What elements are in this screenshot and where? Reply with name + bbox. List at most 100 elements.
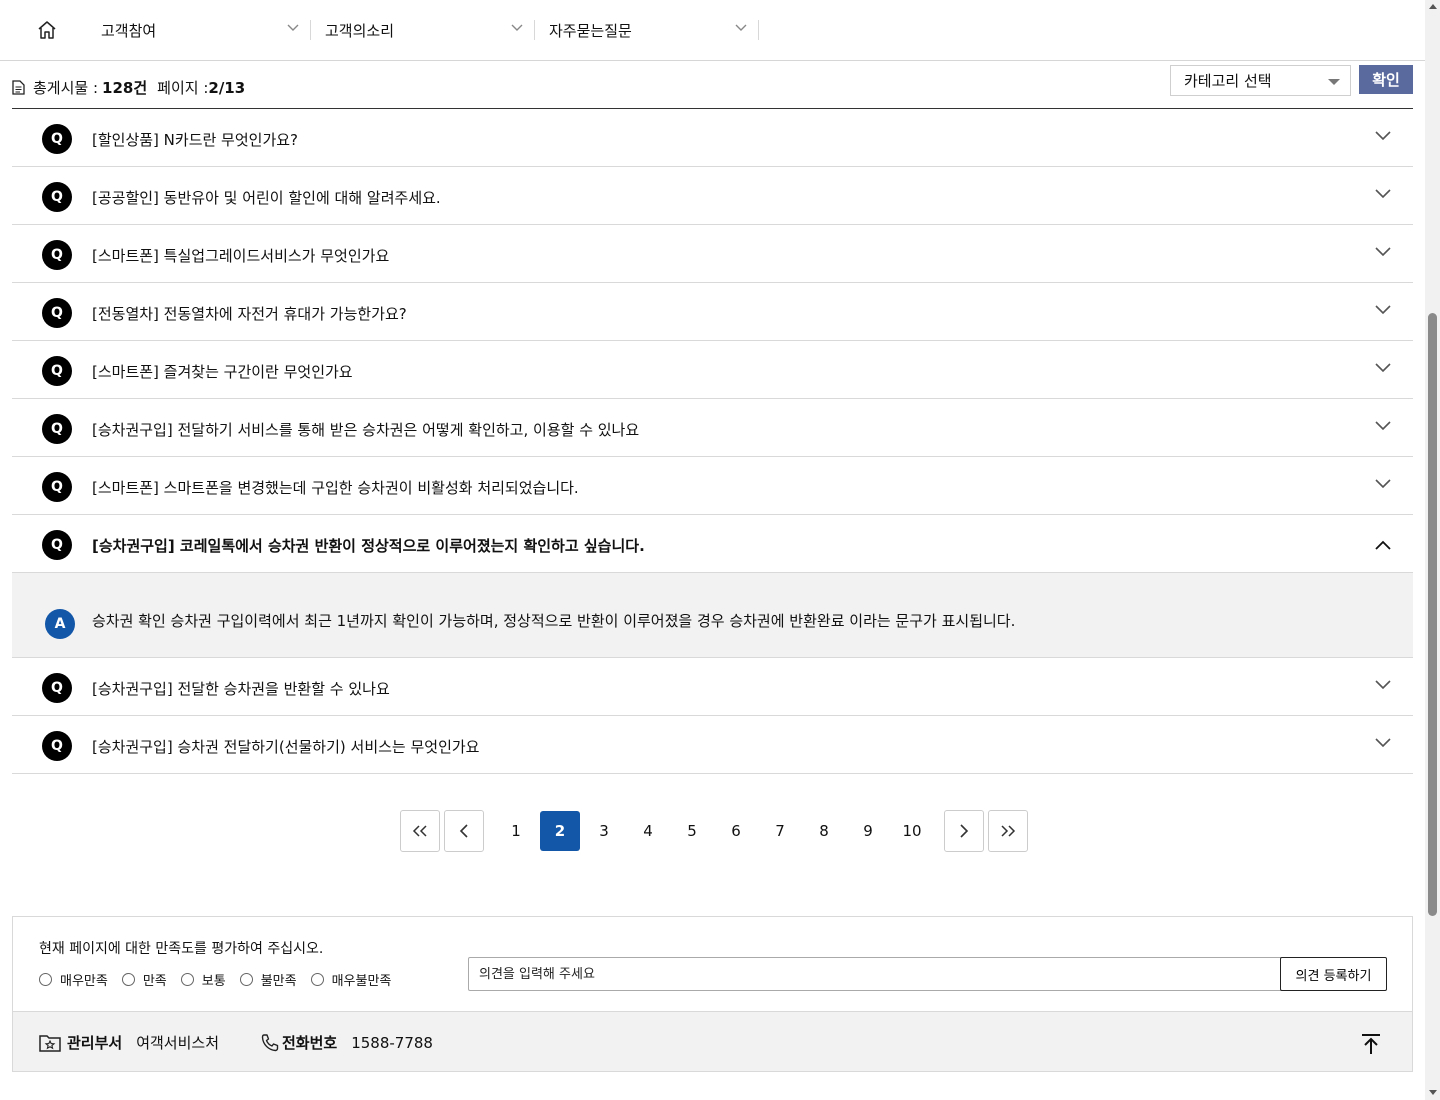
- phone-number: 전화번호 1588-7788: [260, 1032, 433, 1053]
- nav-dropdown-label: 자주묻는질문: [549, 21, 632, 40]
- page-10[interactable]: 10: [892, 811, 932, 851]
- chevron-down-icon: [1375, 189, 1391, 199]
- question-badge: Q: [42, 182, 72, 212]
- faq-question: [스마트폰] 특실업그레이드서비스가 무엇인가요: [92, 247, 390, 265]
- radio-label: 불만족: [260, 974, 297, 989]
- faq-item[interactable]: Q [승차권구입] 전달한 승차권을 반환할 수 있나요: [12, 658, 1413, 716]
- radio-button[interactable]: [121, 973, 135, 986]
- satisfaction-survey: 현재 페이지에 대한 만족도를 평가하여 주십시오. 매우만족 만족 보통 불만…: [12, 916, 1413, 1011]
- question-badge: Q: [42, 356, 72, 386]
- radio-dissatisfied[interactable]: 불만족: [239, 970, 297, 989]
- chevron-up-icon: [1375, 540, 1391, 550]
- page-8[interactable]: 8: [804, 811, 844, 851]
- page-4[interactable]: 4: [628, 811, 668, 851]
- page-value: 2/13: [208, 78, 246, 97]
- radio-button[interactable]: [239, 973, 253, 986]
- page-label: 페이지 :: [157, 79, 209, 97]
- opinion-input[interactable]: [468, 957, 1298, 991]
- radio-button[interactable]: [180, 973, 194, 986]
- faq-item[interactable]: Q [승차권구입] 전달하기 서비스를 통해 받은 승차권은 어떻게 확인하고,…: [12, 399, 1413, 457]
- question-badge: Q: [42, 472, 72, 502]
- radio-satisfied[interactable]: 만족: [121, 970, 167, 989]
- faq-question: [스마트폰] 스마트폰을 변경했는데 구입한 승차권이 비활성화 처리되었습니다…: [92, 479, 579, 497]
- chevron-down-icon: [1375, 305, 1391, 315]
- double-chevron-left-icon: [412, 825, 427, 837]
- page-2-current[interactable]: 2: [540, 811, 580, 851]
- chevron-down-icon: [511, 24, 523, 31]
- double-chevron-right-icon: [1001, 825, 1016, 837]
- page-scrollbar[interactable]: [1425, 0, 1440, 1100]
- radio-label: 보통: [201, 974, 226, 989]
- question-badge: Q: [42, 731, 72, 761]
- question-badge: Q: [42, 530, 72, 560]
- submit-opinion-button[interactable]: 의견 등록하기: [1280, 957, 1387, 991]
- nav-dropdown-label: 고객참여: [101, 21, 157, 40]
- caret-down-icon: [1328, 79, 1340, 85]
- faq-item[interactable]: Q [스마트폰] 특실업그레이드서비스가 무엇인가요: [12, 225, 1413, 283]
- faq-question: [할인상품] N카드란 무엇인가요?: [92, 131, 299, 149]
- arrow-up-to-top-icon: [1362, 1034, 1380, 1054]
- managing-department: 관리부서 여객서비스처: [39, 1032, 219, 1053]
- faq-item[interactable]: Q [스마트폰] 스마트폰을 변경했는데 구입한 승차권이 비활성화 처리되었습…: [12, 457, 1413, 515]
- next-page-button[interactable]: [944, 810, 984, 852]
- tel-value: 1588-7788: [351, 1033, 433, 1052]
- faq-question: [스마트폰] 즐겨찾는 구간이란 무엇인가요: [92, 363, 353, 381]
- faq-item-expanded[interactable]: Q [승차권구입] 코레일톡에서 승차권 반환이 정상적으로 이루어졌는지 확인…: [12, 515, 1413, 573]
- total-label: 총게시물 :: [33, 79, 99, 97]
- radio-very-satisfied[interactable]: 매우만족: [39, 970, 108, 989]
- faq-item[interactable]: Q [할인상품] N카드란 무엇인가요?: [12, 109, 1413, 167]
- scroll-up-arrow-icon[interactable]: [1429, 4, 1437, 9]
- page-6[interactable]: 6: [716, 811, 756, 851]
- chevron-down-icon: [1375, 738, 1391, 748]
- home-button[interactable]: [37, 15, 87, 45]
- folder-star-icon: [39, 1034, 61, 1052]
- question-badge: Q: [42, 240, 72, 270]
- radio-label: 매우불만족: [331, 974, 392, 989]
- chevron-down-icon: [1375, 421, 1391, 431]
- faq-answer-panel: A 승차권 확인 승차권 구입이력에서 최근 1년까지 확인이 가능하며, 정상…: [12, 573, 1413, 658]
- confirm-button[interactable]: 확인: [1359, 65, 1413, 94]
- page-7[interactable]: 7: [760, 811, 800, 851]
- breadcrumb-nav: 고객참여 고객의소리 자주묻는질문: [0, 0, 1425, 61]
- nav-dropdown-customer-participation[interactable]: 고객참여: [101, 20, 311, 40]
- faq-question: [승차권구입] 코레일톡에서 승차권 반환이 정상적으로 이루어졌는지 확인하고…: [92, 537, 645, 555]
- radio-very-dissatisfied[interactable]: 매우불만족: [310, 970, 392, 989]
- list-info-bar: 총게시물 : 128건 페이지 : 2/13 카테고리 선택 확인: [12, 62, 1413, 109]
- first-page-button[interactable]: [400, 810, 440, 852]
- nav-dropdown-customer-voice[interactable]: 고객의소리: [325, 20, 535, 40]
- radio-neutral[interactable]: 보통: [180, 970, 226, 989]
- faq-item[interactable]: Q [스마트폰] 즐겨찾는 구간이란 무엇인가요: [12, 341, 1413, 399]
- answer-badge: A: [45, 609, 75, 639]
- question-badge: Q: [42, 124, 72, 154]
- faq-item[interactable]: Q [전동열차] 전동열차에 자전거 휴대가 가능한가요?: [12, 283, 1413, 341]
- page-3[interactable]: 3: [584, 811, 624, 851]
- chevron-down-icon: [1375, 247, 1391, 257]
- radio-button[interactable]: [310, 973, 324, 986]
- faq-question: [승차권구입] 전달하기 서비스를 통해 받은 승차권은 어떻게 확인하고, 이…: [92, 421, 640, 439]
- radio-label: 매우만족: [60, 974, 108, 989]
- scroll-to-top-button[interactable]: [1358, 1029, 1384, 1059]
- post-count: 총게시물 : 128건 페이지 : 2/13: [12, 77, 245, 98]
- faq-item[interactable]: Q [승차권구입] 승차권 전달하기(선물하기) 서비스는 무엇인가요: [12, 716, 1413, 774]
- nav-dropdown-faq[interactable]: 자주묻는질문: [549, 20, 759, 40]
- page-1[interactable]: 1: [496, 811, 536, 851]
- radio-button[interactable]: [39, 973, 52, 986]
- faq-list: Q [할인상품] N카드란 무엇인가요? Q [공공할인] 동반유아 및 어린이…: [12, 109, 1413, 774]
- scroll-down-arrow-icon[interactable]: [1429, 1090, 1437, 1095]
- dept-label: 관리부서: [67, 1034, 123, 1052]
- faq-question: [전동열차] 전동열차에 자전거 휴대가 가능한가요?: [92, 305, 407, 323]
- page-9[interactable]: 9: [848, 811, 888, 851]
- total-value: 128건: [102, 79, 148, 97]
- chevron-down-icon: [1375, 479, 1391, 489]
- last-page-button[interactable]: [988, 810, 1028, 852]
- scrollbar-thumb[interactable]: [1428, 313, 1437, 916]
- prev-page-button[interactable]: [444, 810, 484, 852]
- question-badge: Q: [42, 414, 72, 444]
- faq-question: [승차권구입] 전달한 승차권을 반환할 수 있나요: [92, 680, 390, 698]
- category-select[interactable]: 카테고리 선택: [1170, 65, 1351, 96]
- page-5[interactable]: 5: [672, 811, 712, 851]
- category-select-value: 카테고리 선택: [1184, 72, 1272, 90]
- question-badge: Q: [42, 298, 72, 328]
- document-icon: [12, 80, 25, 95]
- faq-item[interactable]: Q [공공할인] 동반유아 및 어린이 할인에 대해 알려주세요.: [12, 167, 1413, 225]
